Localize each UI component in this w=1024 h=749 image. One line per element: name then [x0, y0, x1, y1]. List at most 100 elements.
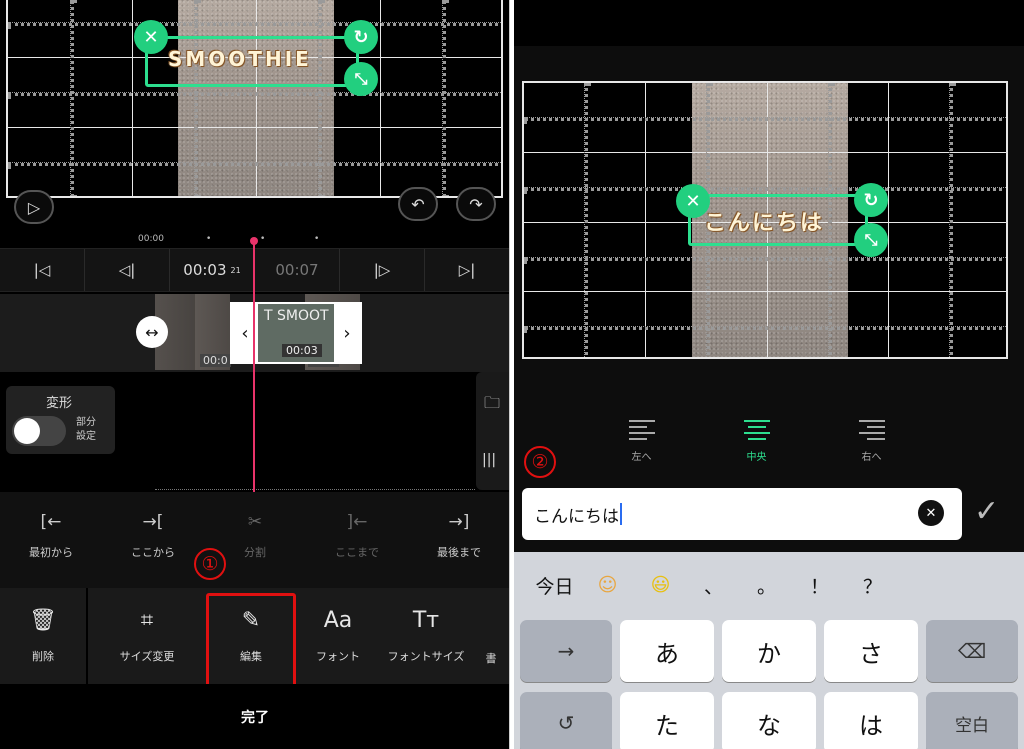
undo-icon[interactable]: ↶	[398, 187, 438, 221]
audio-track	[155, 489, 475, 490]
current-time-value: 00:03	[183, 261, 227, 279]
play-icon[interactable]: ▷	[14, 190, 54, 224]
suggestion-item[interactable]: 今日	[528, 572, 581, 599]
grid-line	[256, 0, 257, 196]
grid-dotted	[524, 257, 1006, 261]
trim-here-icon: →[	[142, 512, 164, 532]
right-screen: こんにちは ✕ ↻ ⤡ 左へ 中央 右へ ② こんにちは ✕ ✓ 今日 ☺ 😃 …	[514, 0, 1024, 749]
space-key[interactable]: 空白	[926, 692, 1018, 749]
confirm-check-icon[interactable]: ✓	[974, 494, 999, 529]
video-frame: SMOOTHIE ✕ ↻ ⤡	[6, 0, 503, 198]
split-label: 分割	[244, 546, 266, 559]
jump-end-icon[interactable]: ▷|	[425, 249, 509, 291]
text-input[interactable]: こんにちは	[522, 488, 962, 540]
suggestion-bar: 今日 ☺ 😃 、 。 ！ ？	[514, 552, 1024, 618]
drag-handle-icon[interactable]: ↔	[136, 316, 168, 348]
next-frame-icon[interactable]: |▷	[340, 249, 425, 291]
align-right-button[interactable]: 右へ	[814, 404, 929, 484]
trim-to-end-button[interactable]: →] 最後まで	[408, 512, 509, 588]
rotate-icon[interactable]: ↻	[344, 20, 378, 54]
resize-icon[interactable]: ⤡	[854, 223, 888, 257]
trash-icon: 🗑	[29, 608, 57, 633]
grid-dotted	[8, 22, 501, 26]
text-input-row: こんにちは ✕ ✓	[514, 486, 1024, 548]
playhead[interactable]	[253, 238, 255, 492]
alignment-row: 左へ 中央 右へ	[514, 404, 1024, 484]
redo-icon[interactable]: ↷	[456, 187, 496, 221]
suggestion-item[interactable]: ？	[846, 572, 899, 599]
clip-label: T SMOOT	[264, 308, 329, 324]
align-left-icon	[628, 420, 655, 440]
font-button[interactable]: Aa フォント	[296, 588, 380, 684]
font-size-button[interactable]: Tт フォントサイズ	[380, 588, 472, 684]
more-tool-button[interactable]: 書	[472, 588, 509, 684]
clip-trim-right-icon[interactable]: ›	[334, 304, 360, 362]
ruler-tick: •	[260, 234, 266, 244]
grid-line	[888, 83, 889, 357]
rotate-icon[interactable]: ↻	[854, 183, 888, 217]
ruler-tick: •	[206, 234, 212, 244]
clear-icon[interactable]: ✕	[918, 500, 944, 526]
close-icon[interactable]: ✕	[676, 184, 710, 218]
text-input-value: こんにちは	[534, 506, 619, 527]
align-right-label: 右へ	[861, 452, 882, 463]
timeline-area[interactable]: 00:0 00:0 ↔ ‹ › T SMOOT 00:03 変形 部分 設定 🗀…	[0, 292, 509, 492]
audio-wave-icon[interactable]: |||	[482, 452, 496, 468]
prev-frame-icon[interactable]: ◁|	[85, 249, 170, 291]
trim-from-start-button[interactable]: [← 最初から	[0, 512, 102, 588]
trim-start-icon: [←	[40, 512, 62, 532]
suggestion-item[interactable]: 😃	[634, 574, 687, 596]
thumb-time-left: 00:0	[200, 354, 231, 367]
delete-button[interactable]: 🗑 削除	[0, 588, 88, 684]
folder-icon[interactable]: 🗀	[484, 392, 500, 419]
transform-panel: 変形 部分 設定	[6, 386, 115, 454]
grid-line	[524, 152, 1006, 153]
key-ta[interactable]: た	[620, 692, 714, 749]
close-icon[interactable]: ✕	[134, 20, 168, 54]
ruler-tick: •	[314, 234, 320, 244]
suggestion-item[interactable]: 、	[687, 572, 740, 599]
transform-title: 変形	[46, 396, 73, 411]
text-clip[interactable]: ‹ › T SMOOT 00:03	[230, 302, 362, 364]
video-preview-right[interactable]: こんにちは ✕ ↻ ⤡	[522, 81, 1008, 359]
backspace-key[interactable]: ⌫	[926, 620, 1018, 682]
key-ka[interactable]: か	[722, 620, 816, 682]
transform-toggle[interactable]	[12, 416, 66, 446]
grid-line	[380, 0, 381, 196]
grid-line	[8, 127, 501, 128]
key-a[interactable]: あ	[620, 620, 714, 682]
undo-key[interactable]: ↺	[520, 692, 612, 749]
toggle-knob	[14, 418, 40, 444]
suggestion-item[interactable]: ！	[793, 572, 846, 599]
video-preview[interactable]: SMOOTHIE ✕ ↻ ⤡ ▷ ↶ ↷	[6, 0, 503, 232]
grid-dotted	[524, 187, 1006, 191]
grid-dotted	[524, 117, 1006, 121]
align-center-icon	[743, 420, 770, 440]
suggestion-item[interactable]: ☺	[581, 574, 634, 596]
arrow-right-key[interactable]: →	[520, 620, 612, 682]
playhead-knob[interactable]	[250, 237, 258, 245]
trim-from-start-label: 最初から	[29, 546, 73, 559]
grid-dotted	[318, 0, 322, 196]
trim-until-here-label: ここまで	[335, 546, 379, 559]
key-ha[interactable]: は	[824, 692, 918, 749]
end-time: 00:07	[255, 249, 340, 291]
jump-start-icon[interactable]: |◁	[0, 249, 85, 291]
trim-until-here-button[interactable]: ]← ここまで	[306, 512, 408, 588]
crop-icon: ⌗	[140, 608, 154, 633]
edit-row: [← 最初から →[ここから ✂ 分割 ]← ここまで →] 最後まで	[0, 492, 509, 588]
grid-dotted	[8, 92, 501, 96]
trim-from-here-button[interactable]: →[ここから	[102, 512, 204, 588]
suggestion-item[interactable]: 。	[740, 572, 793, 599]
align-left-button[interactable]: 左へ	[584, 404, 699, 484]
resize-icon[interactable]: ⤡	[344, 62, 378, 96]
done-button[interactable]: 完了	[0, 684, 509, 749]
font-size-label: フォントサイズ	[387, 650, 465, 663]
resize-button[interactable]: ⌗ サイズ変更	[88, 588, 206, 684]
font-label: フォント	[316, 650, 360, 663]
align-center-button[interactable]: 中央	[699, 404, 814, 484]
key-sa[interactable]: さ	[824, 620, 918, 682]
transport-bar: |◁ ◁| 00:03 21 00:07 |▷ ▷|	[0, 248, 509, 292]
key-na[interactable]: な	[722, 692, 816, 749]
font-size-icon: Tт	[412, 608, 440, 633]
